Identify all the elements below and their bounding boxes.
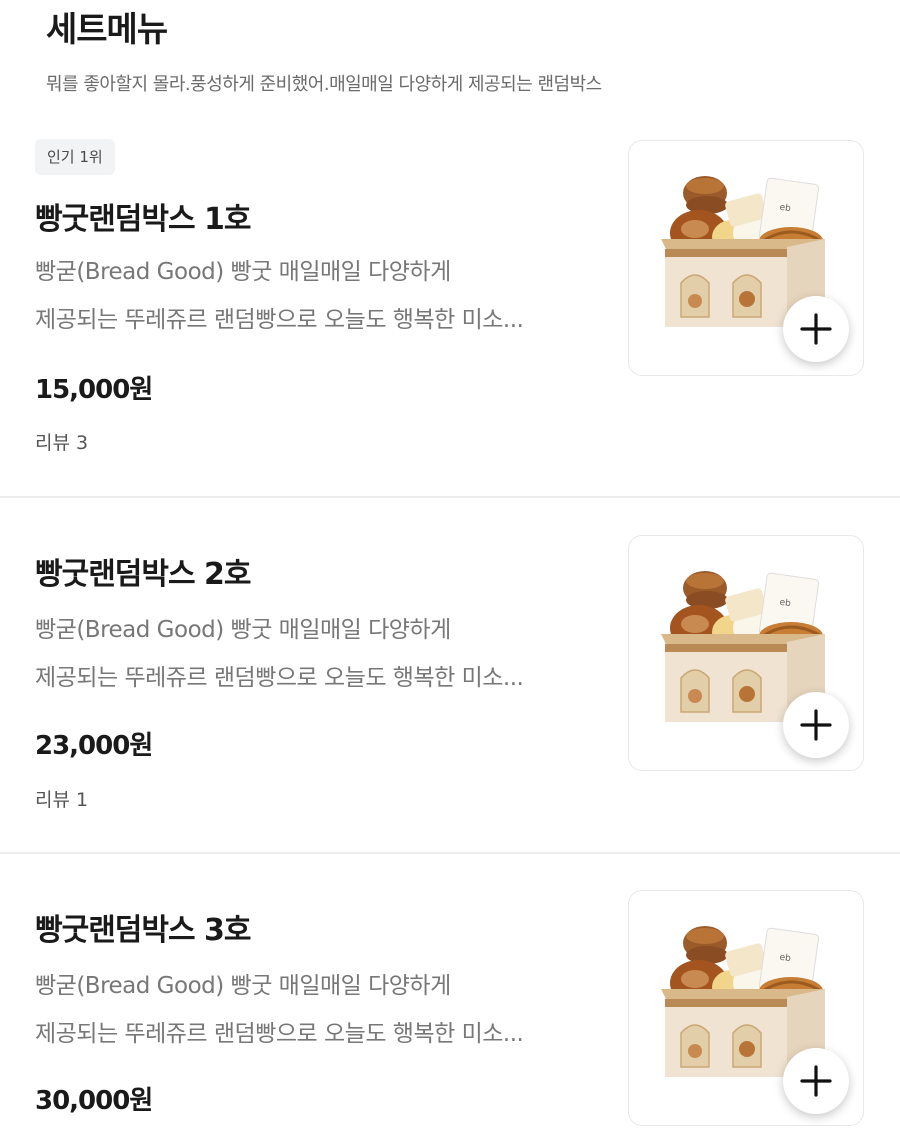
item-description: 빵굳(Bread Good) 빵굿 매일매일 다양하게 제공되는 뚜레쥬르 랜덤… xyxy=(35,248,610,344)
popular-badge: 인기 1위 xyxy=(35,139,115,175)
item-description-line: 제공되는 뚜레쥬르 랜덤빵으로 오늘도 행복한 미소... xyxy=(35,665,524,691)
section-subtitle: 뭐를 좋아할지 몰라.풍성하게 준비했어.매일매일 다양하게 제공되는 랜덤박스 xyxy=(46,74,602,95)
svg-text:eb: eb xyxy=(779,953,792,965)
divider xyxy=(0,496,900,498)
plus-icon xyxy=(800,313,832,345)
item-price: 30,000원 xyxy=(35,1086,153,1116)
item-description-line: 빵굳(Bread Good) 빵굿 매일매일 다양하게 xyxy=(35,259,451,285)
item-description: 빵굳(Bread Good) 빵굿 매일매일 다양하게 제공되는 뚜레쥬르 랜덤… xyxy=(35,962,610,1058)
item-name: 빵굿랜덤박스 3호 xyxy=(35,913,252,948)
svg-text:eb: eb xyxy=(779,203,792,215)
item-description: 빵굳(Bread Good) 빵굿 매일매일 다양하게 제공되는 뚜레쥬르 랜덤… xyxy=(35,606,610,702)
add-to-cart-button[interactable] xyxy=(783,296,849,362)
section-title: 세트메뉴 xyxy=(46,10,168,50)
item-description-line: 제공되는 뚜레쥬르 랜덤빵으로 오늘도 행복한 미소... xyxy=(35,1021,524,1047)
divider xyxy=(0,852,900,854)
item-price: 15,000원 xyxy=(35,375,153,405)
item-price: 23,000원 xyxy=(35,731,153,761)
item-description-line: 빵굳(Bread Good) 빵굿 매일매일 다양하게 xyxy=(35,973,451,999)
plus-icon xyxy=(800,709,832,741)
item-description-line: 제공되는 뚜레쥬르 랜덤빵으로 오늘도 행복한 미소... xyxy=(35,307,524,333)
item-name: 빵굿랜덤박스 2호 xyxy=(35,557,252,592)
review-count: 리뷰 3 xyxy=(35,432,89,454)
plus-icon xyxy=(800,1065,832,1097)
item-description-line: 빵굳(Bread Good) 빵굿 매일매일 다양하게 xyxy=(35,617,451,643)
svg-text:eb: eb xyxy=(779,598,792,610)
item-name: 빵굿랜덤박스 1호 xyxy=(35,202,252,237)
review-count: 리뷰 1 xyxy=(35,789,89,811)
add-to-cart-button[interactable] xyxy=(783,1048,849,1114)
add-to-cart-button[interactable] xyxy=(783,692,849,758)
